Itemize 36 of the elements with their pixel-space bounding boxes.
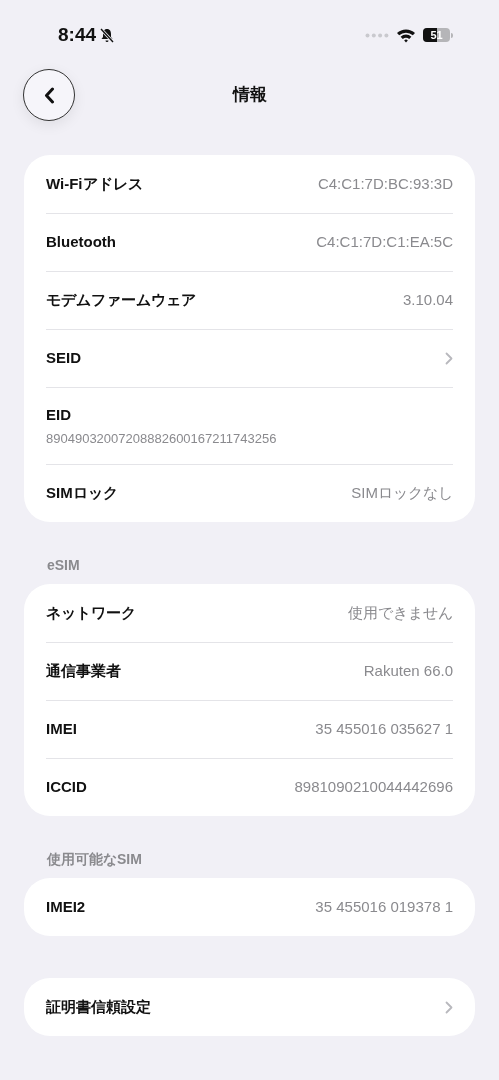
row-label: 証明書信頼設定 — [46, 996, 151, 1017]
chevron-right-icon — [445, 352, 453, 365]
row-label: ネットワーク — [46, 602, 136, 623]
row-label: EID — [46, 404, 72, 425]
bell-slash-icon — [99, 26, 116, 44]
row-value: 35 455016 019378 1 — [315, 896, 453, 917]
row-value: SIMロックなし — [351, 483, 453, 504]
row-label: SEID — [46, 348, 81, 369]
row-label: SIMロック — [46, 483, 118, 504]
list-row[interactable]: SEID — [46, 329, 453, 387]
row-label: ICCID — [46, 777, 87, 798]
row-value: 35 455016 035627 1 — [315, 719, 453, 740]
row-value: C4:C1:7D:BC:93:3D — [317, 173, 453, 194]
row-label: Wi-Fiアドレス — [46, 173, 143, 194]
row-value: 使用できません — [348, 602, 453, 623]
signal-icon — [365, 32, 389, 38]
row-value: C4:C1:7D:C1:EA:5C — [316, 232, 453, 253]
chevron-left-icon — [43, 86, 55, 104]
page-title: 情報 — [232, 84, 267, 107]
wifi-icon — [396, 27, 416, 43]
chevron-right-icon — [445, 1000, 453, 1014]
row-label: Bluetooth — [46, 232, 116, 253]
row-label: IMEI2 — [46, 896, 86, 917]
section-header: 使用可能なSIM — [47, 851, 142, 867]
row-value: Rakuten 66.0 — [363, 661, 453, 682]
row-label: 通信事業者 — [46, 661, 121, 682]
row-value: 8981090210044442696 — [294, 777, 453, 798]
row-label: IMEI — [46, 719, 77, 740]
list-row[interactable]: 証明書信頼設定 — [46, 978, 453, 1036]
back-button[interactable] — [23, 69, 75, 121]
battery-indicator: 51 — [423, 28, 450, 42]
row-value: 3.10.04 — [402, 290, 453, 311]
status-time: 8:44 — [58, 22, 97, 47]
section-header: eSIM — [47, 557, 80, 573]
row-label: モデムファームウェア — [46, 290, 196, 311]
row-value: 89049032007208882600167211743256 — [46, 430, 278, 448]
